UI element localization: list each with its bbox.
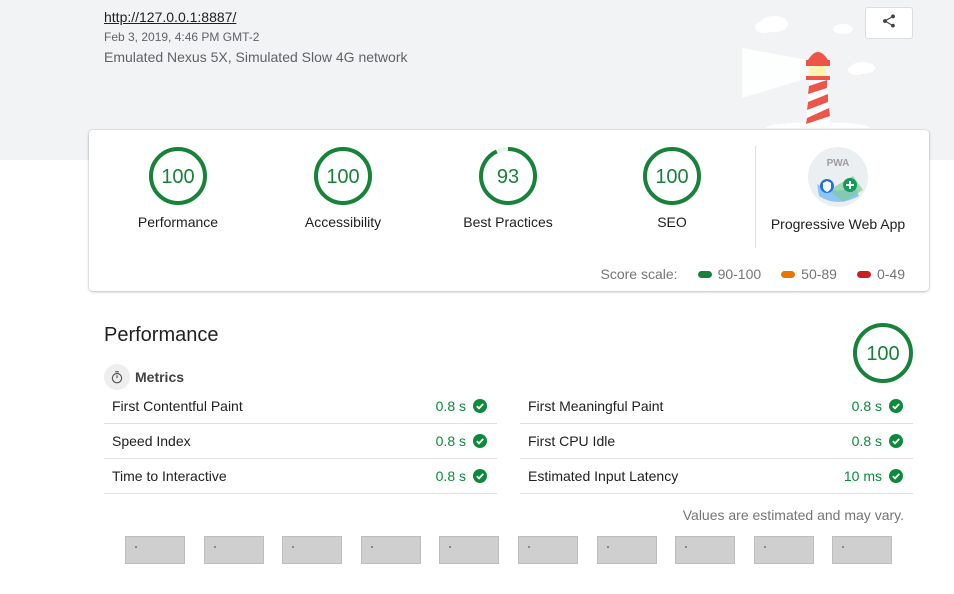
metric-row: First Meaningful Paint 0.8 s xyxy=(520,389,913,424)
gauge-label: Progressive Web App xyxy=(770,216,906,232)
filmstrip-frame xyxy=(125,536,185,564)
score-scale-label: Score scale: xyxy=(600,266,678,282)
pass-check-icon xyxy=(889,469,903,483)
metric-row: Estimated Input Latency 10 ms xyxy=(520,459,913,494)
gauge-label: Accessibility xyxy=(304,214,382,230)
gauge-ring: 100 xyxy=(149,147,207,205)
metric-name: First Contentful Paint xyxy=(112,398,243,414)
gauge-label: SEO xyxy=(657,214,687,230)
gauge-label: Performance xyxy=(137,214,219,230)
average-pill-icon xyxy=(781,270,796,278)
filmstrip-frame xyxy=(360,536,421,564)
filmstrip-frame xyxy=(832,536,893,564)
score-scale-average: 50-89 xyxy=(781,266,837,282)
filmstrip xyxy=(125,536,911,564)
gauge-score: 100 xyxy=(326,166,359,188)
metric-value: 0.8 s xyxy=(852,398,903,414)
metric-value: 0.8 s xyxy=(436,433,487,449)
gauge-pwa[interactable]: PWA Progressive Web App xyxy=(758,146,918,232)
score-range-label: 90-100 xyxy=(717,266,762,282)
pass-check-icon xyxy=(473,469,487,483)
performance-score-gauge: 100 xyxy=(852,322,914,389)
gauge-ring: 100 xyxy=(314,147,372,205)
environment-info: Emulated Nexus 5X, Simulated Slow 4G net… xyxy=(104,49,408,65)
gauge-score: 93 xyxy=(497,166,519,188)
estimated-values-note: Values are estimated and may vary. xyxy=(682,507,904,523)
metric-row: First CPU Idle 0.8 s xyxy=(520,424,913,459)
pwa-badge-icon: PWA xyxy=(808,147,868,207)
gauge-accessibility[interactable]: 100 Accessibility xyxy=(263,146,423,230)
filmstrip-frame xyxy=(753,536,814,564)
report-timestamp: Feb 3, 2019, 4:46 PM GMT-2 xyxy=(104,30,260,44)
performance-score: 100 xyxy=(866,343,899,365)
gauge-performance[interactable]: 100 Performance xyxy=(98,146,258,230)
pwa-badge-text: PWA xyxy=(827,158,850,169)
gauge-ring: 93 xyxy=(479,147,537,205)
performance-section-title: Performance xyxy=(104,324,219,346)
gauge-divider xyxy=(755,146,756,248)
gauge-score: 100 xyxy=(161,166,194,188)
metric-name: Speed Index xyxy=(112,433,191,449)
filmstrip-frame xyxy=(282,536,343,564)
metric-value: 0.8 s xyxy=(852,433,903,449)
filmstrip-frame xyxy=(203,536,264,564)
score-range-label: 0-49 xyxy=(876,266,905,282)
gauge-score: 100 xyxy=(655,166,688,188)
gauge-seo[interactable]: 100 SEO xyxy=(592,146,752,230)
fail-pill-icon xyxy=(856,270,871,278)
metric-value: 0.8 s xyxy=(436,398,487,414)
metric-name: Estimated Input Latency xyxy=(528,468,679,484)
pass-check-icon xyxy=(889,434,903,448)
pass-check-icon xyxy=(889,399,903,413)
filmstrip-frame xyxy=(596,536,657,564)
gauge-best-practices[interactable]: 93 Best Practices xyxy=(428,146,588,230)
metric-name: First Meaningful Paint xyxy=(528,398,664,414)
metrics-title: Metrics xyxy=(135,369,185,385)
scores-summary-card: 100 Performance 100 Accessibility 93 Bes… xyxy=(89,130,929,291)
score-scale-pass: 90-100 xyxy=(697,266,762,282)
filmstrip-frame xyxy=(439,536,500,564)
metric-name: Time to Interactive xyxy=(112,468,227,484)
metric-row: First Contentful Paint 0.8 s xyxy=(104,389,497,424)
metrics-header: Metrics xyxy=(104,364,184,390)
metric-row: Speed Index 0.8 s xyxy=(104,424,497,459)
pass-check-icon xyxy=(473,434,487,448)
score-scale: Score scale: 90-100 50-89 0-49 xyxy=(601,266,905,282)
filmstrip-frame xyxy=(517,536,578,564)
metrics-left-column: First Contentful Paint 0.8 s Speed Index… xyxy=(104,389,497,494)
metric-value: 10 ms xyxy=(844,468,903,484)
score-scale-fail: 0-49 xyxy=(856,266,905,282)
metrics-right-column: First Meaningful Paint 0.8 s First CPU I… xyxy=(520,389,913,494)
stopwatch-icon xyxy=(104,364,130,390)
filmstrip-frame xyxy=(675,536,736,564)
metric-name: First CPU Idle xyxy=(528,433,616,449)
pass-pill-icon xyxy=(697,270,712,278)
score-range-label: 50-89 xyxy=(801,266,837,282)
metric-row: Time to Interactive 0.8 s xyxy=(104,459,497,494)
page-url-link[interactable]: http://127.0.0.1:8887/ xyxy=(104,9,236,25)
gauge-ring: 100 xyxy=(643,147,701,205)
pass-check-icon xyxy=(473,399,487,413)
gauge-label: Best Practices xyxy=(463,214,553,230)
lighthouse-icon xyxy=(730,8,890,134)
metric-value: 0.8 s xyxy=(436,468,487,484)
